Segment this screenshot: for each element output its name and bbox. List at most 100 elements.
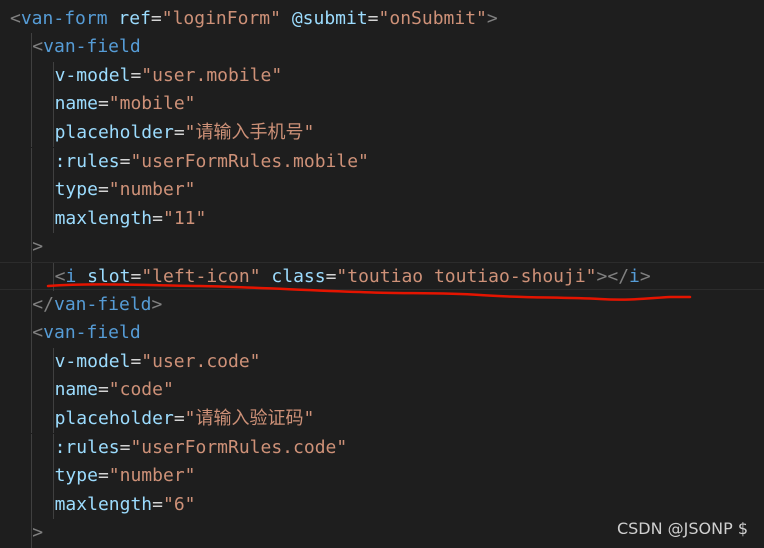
code-line[interactable]: <van-field <box>0 319 764 348</box>
code-token: = <box>325 265 337 287</box>
indent-guide <box>31 490 32 520</box>
code-token: van-form <box>20 7 108 29</box>
indent-guide <box>31 90 32 119</box>
code-token: < <box>10 7 21 29</box>
indent-guide <box>31 262 32 292</box>
code-token: :rules <box>54 436 120 458</box>
code-token: > <box>639 265 651 287</box>
code-token: name <box>54 379 98 401</box>
code-token: = <box>97 379 109 401</box>
code-content: :rules="userFormRules.mobile" <box>55 148 369 177</box>
code-token: "left-icon" <box>141 265 261 287</box>
code-token: = <box>119 150 131 172</box>
code-token: = <box>150 7 162 29</box>
code-token: name <box>54 93 98 115</box>
code-token: = <box>152 207 163 229</box>
code-line[interactable]: </van-field> <box>0 290 764 320</box>
indent-guide <box>31 176 32 205</box>
code-content: name="code" <box>55 376 174 405</box>
code-token: = <box>130 350 142 372</box>
indent-guide <box>31 462 32 491</box>
code-token: v-model <box>54 350 131 372</box>
code-token: < <box>32 36 44 58</box>
code-token: "11" <box>162 207 207 229</box>
code-line[interactable]: name="code" <box>0 376 764 405</box>
indent-guide <box>31 204 32 234</box>
code-token: = <box>97 93 109 115</box>
code-line[interactable]: maxlength="11" <box>0 204 764 234</box>
code-content: placeholder="请输入手机号" <box>55 119 315 148</box>
code-line[interactable]: v-model="user.mobile" <box>0 61 764 91</box>
code-token: "请输入验证码" <box>184 407 315 429</box>
code-line[interactable]: name="mobile" <box>0 90 764 119</box>
code-token: = <box>97 179 109 201</box>
code-token: van-field <box>43 36 141 58</box>
code-line[interactable]: type="number" <box>0 462 764 491</box>
watermark-text: CSDN @JSONP $ <box>616 519 748 538</box>
code-token: van-field <box>53 293 152 315</box>
code-token: slot <box>87 265 131 287</box>
indent-guide <box>31 347 32 377</box>
code-line[interactable]: v-model="user.code" <box>0 347 764 377</box>
code-token: < <box>32 322 44 344</box>
indent-guide <box>31 404 32 434</box>
code-token: type <box>54 179 98 201</box>
code-token: maxlength <box>54 207 153 229</box>
code-content: name="mobile" <box>55 90 196 119</box>
code-token: </ <box>32 293 54 315</box>
code-content: <i slot="left-icon" class="toutiao touti… <box>55 263 651 292</box>
code-token: maxlength <box>54 493 153 515</box>
code-line[interactable]: :rules="userFormRules.code" <box>0 433 764 463</box>
code-token: = <box>97 465 109 487</box>
code-content: <van-field <box>32 319 140 348</box>
indent-guide <box>31 118 32 148</box>
code-token: "6" <box>162 493 196 515</box>
code-token: @submit <box>291 7 368 29</box>
code-token: "user.mobile" <box>141 64 283 86</box>
code-token: = <box>152 493 163 515</box>
indent-guide <box>31 433 32 463</box>
code-token: ref <box>118 7 151 29</box>
code-line[interactable]: placeholder="请输入手机号" <box>0 118 764 148</box>
code-content: maxlength="6" <box>55 491 196 520</box>
code-content: > <box>32 233 43 262</box>
code-token: placeholder <box>54 407 174 429</box>
code-token: = <box>173 407 185 429</box>
indent-guide <box>31 376 32 405</box>
code-token: "loginForm" <box>161 7 281 29</box>
code-content: :rules="userFormRules.code" <box>55 434 348 463</box>
indent-guide <box>31 61 32 91</box>
code-line[interactable]: > <box>0 233 764 262</box>
code-token: i <box>65 265 77 287</box>
code-token: type <box>54 465 98 487</box>
code-token: placeholder <box>54 121 174 143</box>
code-token: > <box>151 293 163 315</box>
code-token: "mobile" <box>108 93 196 115</box>
code-editor[interactable]: <van-form ref="loginForm" @submit="onSub… <box>0 0 764 548</box>
code-token: :rules <box>54 150 120 172</box>
code-content: v-model="user.mobile" <box>55 62 283 91</box>
code-token: = <box>367 7 379 29</box>
code-line[interactable]: maxlength="6" <box>0 490 764 520</box>
code-token: "number" <box>108 179 196 201</box>
code-token: > <box>486 7 498 29</box>
code-token: = <box>130 64 142 86</box>
code-token: = <box>119 436 131 458</box>
code-content: </van-field> <box>32 291 162 320</box>
code-line[interactable]: type="number" <box>0 176 764 205</box>
code-token: = <box>173 121 185 143</box>
code-token: class <box>271 265 326 287</box>
code-line[interactable]: :rules="userFormRules.mobile" <box>0 147 764 177</box>
code-token: "请输入手机号" <box>184 121 315 143</box>
code-line[interactable]: <van-form ref="loginForm" @submit="onSub… <box>0 5 764 34</box>
code-content: type="number" <box>55 462 196 491</box>
code-line[interactable]: placeholder="请输入验证码" <box>0 404 764 434</box>
code-token: "number" <box>108 465 196 487</box>
code-line[interactable]: <i slot="left-icon" class="toutiao touti… <box>0 261 764 292</box>
code-content: <van-form ref="loginForm" @submit="onSub… <box>10 5 498 34</box>
code-token: "userFormRules.mobile" <box>130 150 369 172</box>
code-line[interactable]: <van-field <box>0 33 764 62</box>
